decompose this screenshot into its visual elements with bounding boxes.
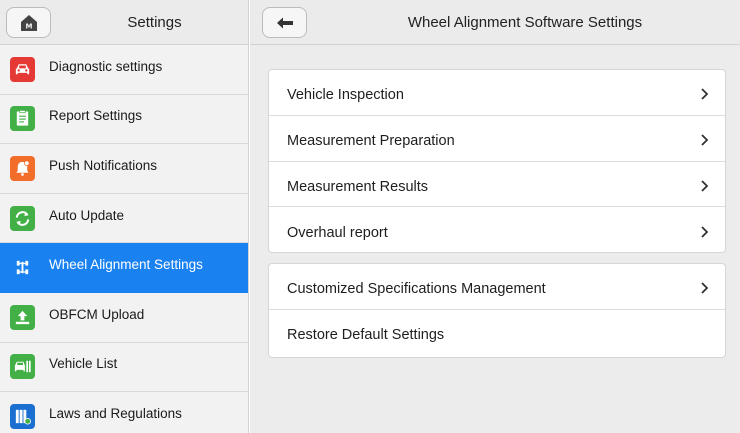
sidebar-item-label: OBFCM Upload xyxy=(49,306,145,322)
sidebar-item-label: Diagnostic settings xyxy=(49,58,163,74)
main-header: Wheel Alignment Software Settings xyxy=(250,0,740,45)
sidebar-title: Settings xyxy=(127,14,182,31)
settings-row-label: Overhaul report xyxy=(287,225,388,242)
sidebar-item-obfcm-upload[interactable]: OBFCM Upload xyxy=(0,292,248,343)
chevron-right-icon xyxy=(701,226,709,238)
sidebar: M Settings Diagnostic settings Report Se… xyxy=(0,0,249,433)
sidebar-item-label: Laws and Regulations xyxy=(49,405,182,421)
bell-icon xyxy=(10,155,35,181)
chevron-right-icon xyxy=(701,88,709,101)
chevron-right-icon xyxy=(701,134,709,146)
report-icon xyxy=(10,106,35,132)
sidebar-item-label: Wheel Alignment Settings xyxy=(49,257,203,273)
settings-row-label: Vehicle Inspection xyxy=(287,87,404,104)
page-title: Wheel Alignment Software Settings xyxy=(407,14,643,31)
upload-icon xyxy=(10,304,35,330)
settings-row-restore-default[interactable]: Restore Default Settings xyxy=(269,310,725,356)
settings-row-label: Restore Default Settings xyxy=(287,327,445,344)
svg-text:M: M xyxy=(25,22,32,30)
sidebar-item-auto-update[interactable]: Auto Update xyxy=(0,193,248,244)
sidebar-item-label: Report Settings xyxy=(49,108,143,124)
settings-card-specifications: Customized Specifications Management Res… xyxy=(268,263,726,358)
sidebar-list: Diagnostic settings Report Settings Push… xyxy=(0,45,248,433)
books-icon xyxy=(10,403,35,429)
settings-row-measurement-preparation[interactable]: Measurement Preparation xyxy=(269,116,725,162)
sidebar-header: M Settings xyxy=(0,0,248,45)
sidebar-item-laws-and-regulations[interactable]: Laws and Regulations xyxy=(0,392,248,433)
sidebar-item-label: Vehicle List xyxy=(49,356,118,372)
sidebar-item-push-notifications[interactable]: Push Notifications xyxy=(0,144,248,194)
home-button[interactable]: M xyxy=(6,7,51,38)
sidebar-item-report-settings[interactable]: Report Settings xyxy=(0,94,248,145)
settings-row-measurement-results[interactable]: Measurement Results xyxy=(269,162,725,208)
chevron-right-icon xyxy=(701,180,709,192)
chevron-right-icon xyxy=(701,282,709,294)
home-icon: M xyxy=(20,14,37,31)
car-icon xyxy=(10,56,35,82)
vehicle-list-icon xyxy=(10,354,35,380)
sidebar-item-label: Push Notifications xyxy=(49,157,158,173)
sidebar-item-vehicle-list[interactable]: Vehicle List xyxy=(0,342,248,393)
settings-row-label: Measurement Preparation xyxy=(287,133,455,150)
settings-row-label: Customized Specifications Management xyxy=(287,281,546,298)
wheel-alignment-icon xyxy=(10,255,35,281)
sidebar-item-diagnostic-settings[interactable]: Diagnostic settings xyxy=(0,45,248,95)
settings-row-overhaul-report[interactable]: Overhaul report xyxy=(269,207,725,253)
sidebar-item-wheel-alignment-settings[interactable]: Wheel Alignment Settings xyxy=(0,243,248,293)
refresh-icon xyxy=(10,205,35,231)
back-arrow-icon xyxy=(276,17,293,28)
settings-row-label: Measurement Results xyxy=(287,178,429,195)
main-panel: Wheel Alignment Software Settings Vehicl… xyxy=(250,0,740,433)
settings-row-customized-specifications[interactable]: Customized Specifications Management xyxy=(269,264,725,310)
settings-card-alignment: Vehicle Inspection Measurement Preparati… xyxy=(268,69,726,253)
sidebar-item-label: Auto Update xyxy=(49,207,125,223)
settings-row-vehicle-inspection[interactable]: Vehicle Inspection xyxy=(269,70,725,116)
back-button[interactable] xyxy=(262,7,307,38)
